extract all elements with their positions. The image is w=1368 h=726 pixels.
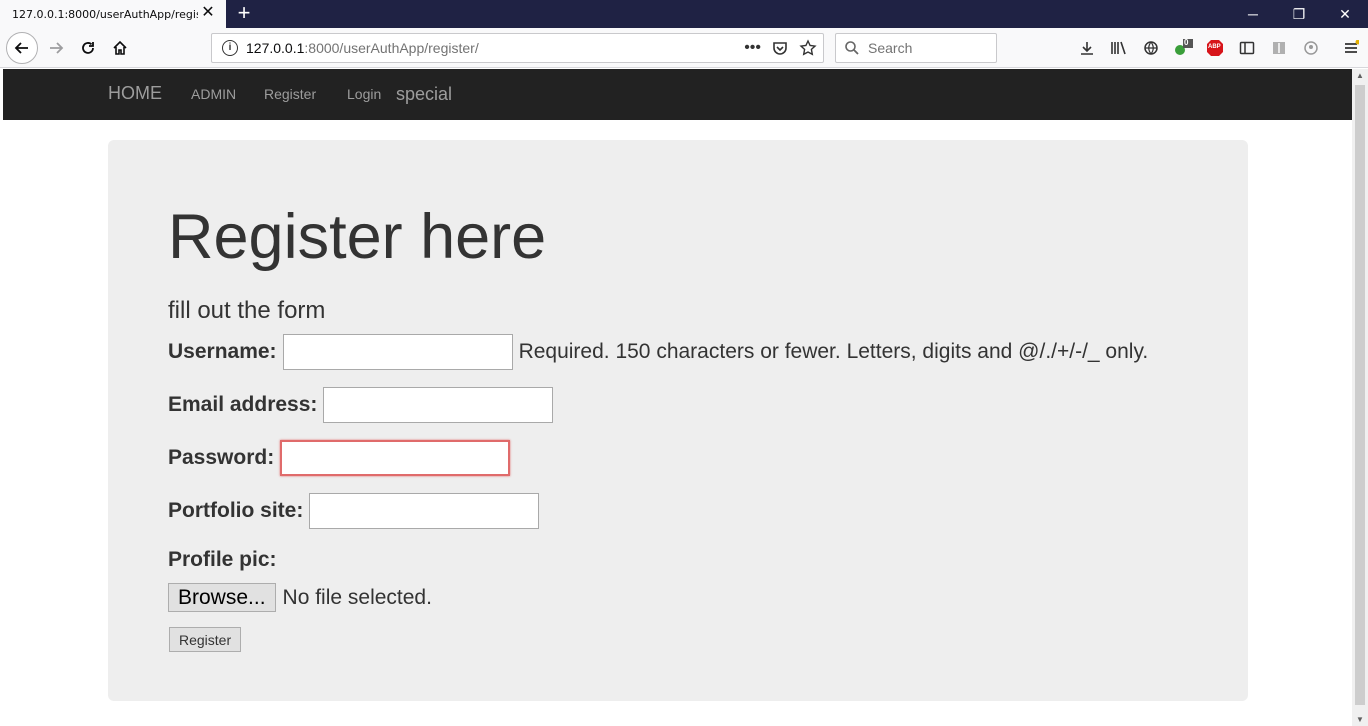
- no-file-text: No file selected.: [282, 585, 432, 609]
- nav-register-link[interactable]: Register: [264, 86, 316, 102]
- username-help-text: Required. 150 characters or fewer. Lette…: [518, 340, 1149, 363]
- page-scrollbar[interactable]: ▲ ▼: [1352, 69, 1368, 726]
- email-label: Email address:: [168, 393, 318, 416]
- username-row: Username: Required. 150 characters or fe…: [168, 334, 1148, 370]
- password-row: Password:: [168, 440, 511, 476]
- portfolio-field[interactable]: [309, 493, 540, 529]
- new-tab-button[interactable]: +: [234, 1, 254, 25]
- reader-icon[interactable]: [1269, 38, 1289, 58]
- url-actions: •••: [744, 39, 817, 57]
- reload-icon: [82, 42, 94, 54]
- portfolio-label: Portfolio site:: [168, 499, 304, 522]
- register-submit-button[interactable]: Register: [169, 627, 242, 652]
- adblock-icon[interactable]: ABP: [1205, 38, 1225, 58]
- home-button[interactable]: [104, 32, 136, 64]
- url-path: :8000/userAuthApp/register/: [304, 40, 479, 56]
- arrow-right-icon: [50, 42, 64, 54]
- nav-admin-link[interactable]: ADMIN: [191, 86, 236, 102]
- scroll-up-icon[interactable]: ▲: [1356, 71, 1364, 80]
- username-label: Username:: [168, 340, 277, 363]
- password-field[interactable]: [280, 440, 511, 476]
- extension-badge-icon[interactable]: 0: [1173, 38, 1193, 58]
- url-text[interactable]: 127.0.0.1:8000/userAuthApp/register/: [246, 40, 479, 56]
- tab-close-icon[interactable]: ✕: [200, 5, 216, 21]
- reload-button[interactable]: [72, 32, 104, 64]
- page-actions-icon[interactable]: •••: [744, 39, 761, 57]
- sidebar-icon[interactable]: [1237, 38, 1257, 58]
- extension-badge-count: 0: [1184, 38, 1189, 47]
- forward-button[interactable]: [40, 32, 72, 64]
- password-label: Password:: [168, 446, 275, 469]
- email-field[interactable]: [323, 387, 554, 423]
- adblock-label: ABP: [1208, 44, 1221, 50]
- search-placeholder: Search: [868, 40, 913, 56]
- back-button[interactable]: [6, 32, 38, 64]
- nav-home-link[interactable]: HOME: [108, 83, 162, 104]
- scroll-down-icon[interactable]: ▼: [1356, 715, 1364, 724]
- tab-title: 127.0.0.1:8000/userAuthApp/register/: [12, 7, 198, 21]
- browse-button[interactable]: Browse...: [168, 583, 276, 612]
- site-navbar: HOME ADMIN Register Login special: [3, 69, 1352, 120]
- restore-button[interactable]: ❐: [1276, 0, 1322, 28]
- url-host: 127.0.0.1: [246, 40, 305, 56]
- pocket-icon[interactable]: [771, 39, 789, 57]
- search-bar[interactable]: Search: [835, 33, 997, 63]
- extension-globe-icon[interactable]: [1141, 38, 1161, 58]
- extension-face-icon[interactable]: [1301, 38, 1321, 58]
- browser-titlebar: 127.0.0.1:8000/userAuthApp/register/ ✕ +…: [0, 0, 1368, 28]
- library-icon[interactable]: [1109, 38, 1129, 58]
- home-icon: [113, 40, 127, 55]
- username-field[interactable]: [282, 334, 513, 370]
- bookmark-star-icon[interactable]: [799, 39, 817, 57]
- email-row: Email address:: [168, 387, 554, 423]
- browser-tab[interactable]: 127.0.0.1:8000/userAuthApp/register/ ✕: [0, 0, 226, 28]
- portfolio-row: Portfolio site:: [168, 493, 540, 529]
- profile-pic-row: Profile pic:: [168, 548, 277, 572]
- page-lead: fill out the form: [168, 297, 326, 324]
- nav-special-link[interactable]: special: [396, 84, 452, 105]
- scroll-thumb[interactable]: [1355, 85, 1365, 705]
- menu-hamburger-icon[interactable]: [1341, 38, 1361, 58]
- browser-toolbar: i 127.0.0.1:8000/userAuthApp/register/ •…: [0, 28, 1368, 68]
- download-icon[interactable]: [1077, 38, 1097, 58]
- search-icon: [845, 41, 859, 55]
- minimize-button[interactable]: ─: [1230, 0, 1276, 28]
- arrow-left-icon: [14, 42, 28, 54]
- page-title: Register here: [168, 202, 547, 272]
- close-window-button[interactable]: ✕: [1322, 0, 1368, 28]
- profile-pic-label: Profile pic:: [168, 548, 277, 571]
- nav-login-link[interactable]: Login: [347, 86, 381, 102]
- url-bar[interactable]: i 127.0.0.1:8000/userAuthApp/register/ •…: [211, 33, 824, 63]
- file-input: Browse... No file selected.: [168, 583, 432, 612]
- info-icon[interactable]: i: [222, 40, 238, 56]
- register-jumbotron: Register here fill out the form Username…: [108, 140, 1248, 701]
